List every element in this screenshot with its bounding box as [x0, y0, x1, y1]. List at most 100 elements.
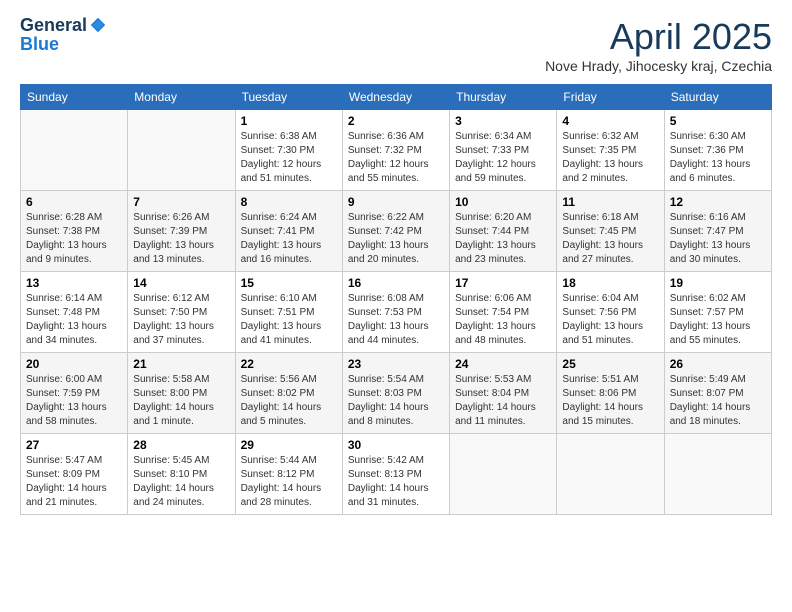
day-number: 7	[133, 195, 229, 209]
calendar-cell: 21 Sunrise: 5:58 AMSunset: 8:00 PMDayligh…	[128, 353, 235, 434]
calendar-cell: 7 Sunrise: 6:26 AMSunset: 7:39 PMDaylight…	[128, 191, 235, 272]
calendar-cell: 8Sunrise: 6:24 AMSunset: 7:41 PMDaylight…	[235, 191, 342, 272]
day-number: 2	[348, 114, 444, 128]
header-monday: Monday	[128, 85, 235, 110]
header-saturday: Saturday	[664, 85, 771, 110]
day-info: Sunrise: 6:26 AMSunset: 7:39 PMDaylight:…	[133, 211, 229, 267]
calendar-cell: 6Sunrise: 6:28 AMSunset: 7:38 PMDaylight…	[21, 191, 128, 272]
calendar-cell	[450, 434, 557, 515]
header-tuesday: Tuesday	[235, 85, 342, 110]
logo: General Blue	[20, 16, 107, 55]
day-info: Sunrise: 5:56 AMSunset: 8:02 PMDaylight:…	[241, 373, 337, 429]
day-number: 4	[562, 114, 658, 128]
location: Nove Hrady, Jihocesky kraj, Czechia	[545, 58, 772, 74]
day-info: Sunrise: 6:24 AMSunset: 7:41 PMDaylight:…	[241, 211, 337, 267]
calendar-cell: 27 Sunrise: 5:47 AMSunset: 8:09 PMDayligh…	[21, 434, 128, 515]
title-block: April 2025 Nove Hrady, Jihocesky kraj, C…	[545, 16, 772, 74]
day-number: 25	[562, 357, 658, 371]
calendar-cell: 12 Sunrise: 6:16 AMSunset: 7:47 PMDayligh…	[664, 191, 771, 272]
calendar-cell: 13 Sunrise: 6:14 AMSunset: 7:48 PMDayligh…	[21, 272, 128, 353]
calendar-cell: 9 Sunrise: 6:22 AMSunset: 7:42 PMDaylight…	[342, 191, 449, 272]
day-number: 26	[670, 357, 766, 371]
day-info: Sunrise: 6:16 AMSunset: 7:47 PMDaylight:…	[670, 211, 766, 267]
day-number: 21	[133, 357, 229, 371]
calendar-cell: 26 Sunrise: 5:49 AMSunset: 8:07 PMDayligh…	[664, 353, 771, 434]
day-info: Sunrise: 6:20 AMSunset: 7:44 PMDaylight:…	[455, 211, 551, 267]
day-number: 16	[348, 276, 444, 290]
day-number: 27	[26, 438, 122, 452]
calendar-cell: 16 Sunrise: 6:08 AMSunset: 7:53 PMDayligh…	[342, 272, 449, 353]
logo-general: General	[20, 16, 87, 34]
day-info: Sunrise: 6:04 AMSunset: 7:56 PMDaylight:…	[562, 292, 658, 348]
day-info: Sunrise: 6:30 AMSunset: 7:36 PMDaylight:…	[670, 130, 766, 186]
day-info: Sunrise: 6:18 AMSunset: 7:45 PMDaylight:…	[562, 211, 658, 267]
day-info: Sunrise: 6:02 AMSunset: 7:57 PMDaylight:…	[670, 292, 766, 348]
calendar-cell: 14Sunrise: 6:12 AMSunset: 7:50 PMDayligh…	[128, 272, 235, 353]
calendar-cell: 11 Sunrise: 6:18 AMSunset: 7:45 PMDayligh…	[557, 191, 664, 272]
logo-blue-text: Blue	[20, 34, 59, 55]
calendar-cell: 17 Sunrise: 6:06 AMSunset: 7:54 PMDayligh…	[450, 272, 557, 353]
weekday-header-row: Sunday Monday Tuesday Wednesday Thursday…	[21, 85, 772, 110]
day-info: Sunrise: 6:10 AMSunset: 7:51 PMDaylight:…	[241, 292, 337, 348]
calendar-cell: 3 Sunrise: 6:34 AMSunset: 7:33 PMDaylight…	[450, 110, 557, 191]
day-info: Sunrise: 6:06 AMSunset: 7:54 PMDaylight:…	[455, 292, 551, 348]
day-number: 6	[26, 195, 122, 209]
day-info: Sunrise: 6:32 AMSunset: 7:35 PMDaylight:…	[562, 130, 658, 186]
day-number: 20	[26, 357, 122, 371]
calendar-cell	[557, 434, 664, 515]
day-info: Sunrise: 5:53 AMSunset: 8:04 PMDaylight:…	[455, 373, 551, 429]
day-info: Sunrise: 5:54 AMSunset: 8:03 PMDaylight:…	[348, 373, 444, 429]
calendar-cell	[664, 434, 771, 515]
day-info: Sunrise: 5:47 AMSunset: 8:09 PMDaylight:…	[26, 454, 122, 510]
header-friday: Friday	[557, 85, 664, 110]
calendar-cell: 29 Sunrise: 5:44 AMSunset: 8:12 PMDayligh…	[235, 434, 342, 515]
day-info: Sunrise: 5:45 AMSunset: 8:10 PMDaylight:…	[133, 454, 229, 510]
day-number: 5	[670, 114, 766, 128]
calendar-cell: 23 Sunrise: 5:54 AMSunset: 8:03 PMDayligh…	[342, 353, 449, 434]
calendar-cell: 18Sunrise: 6:04 AMSunset: 7:56 PMDayligh…	[557, 272, 664, 353]
day-info: Sunrise: 6:08 AMSunset: 7:53 PMDaylight:…	[348, 292, 444, 348]
day-number: 3	[455, 114, 551, 128]
day-info: Sunrise: 5:51 AMSunset: 8:06 PMDaylight:…	[562, 373, 658, 429]
day-number: 19	[670, 276, 766, 290]
header: General Blue April 2025 Nove Hrady, Jiho…	[20, 16, 772, 74]
month-title: April 2025	[545, 16, 772, 58]
week-row-1: 6Sunrise: 6:28 AMSunset: 7:38 PMDaylight…	[21, 191, 772, 272]
day-info: Sunrise: 6:22 AMSunset: 7:42 PMDaylight:…	[348, 211, 444, 267]
day-number: 28	[133, 438, 229, 452]
day-number: 11	[562, 195, 658, 209]
day-info: Sunrise: 5:42 AMSunset: 8:13 PMDaylight:…	[348, 454, 444, 510]
day-number: 15	[241, 276, 337, 290]
day-number: 24	[455, 357, 551, 371]
day-info: Sunrise: 6:14 AMSunset: 7:48 PMDaylight:…	[26, 292, 122, 348]
day-info: Sunrise: 5:58 AMSunset: 8:00 PMDaylight:…	[133, 373, 229, 429]
calendar-cell: 15 Sunrise: 6:10 AMSunset: 7:51 PMDayligh…	[235, 272, 342, 353]
day-info: Sunrise: 6:12 AMSunset: 7:50 PMDaylight:…	[133, 292, 229, 348]
header-thursday: Thursday	[450, 85, 557, 110]
day-info: Sunrise: 6:38 AMSunset: 7:30 PMDaylight:…	[241, 130, 337, 186]
calendar-cell: 19 Sunrise: 6:02 AMSunset: 7:57 PMDayligh…	[664, 272, 771, 353]
day-info: Sunrise: 6:34 AMSunset: 7:33 PMDaylight:…	[455, 130, 551, 186]
calendar-cell: 28 Sunrise: 5:45 AMSunset: 8:10 PMDayligh…	[128, 434, 235, 515]
week-row-0: 1 Sunrise: 6:38 AMSunset: 7:30 PMDaylight…	[21, 110, 772, 191]
logo-icon	[89, 16, 107, 34]
day-number: 29	[241, 438, 337, 452]
day-number: 12	[670, 195, 766, 209]
calendar-cell: 25 Sunrise: 5:51 AMSunset: 8:06 PMDayligh…	[557, 353, 664, 434]
day-number: 9	[348, 195, 444, 209]
day-info: Sunrise: 5:49 AMSunset: 8:07 PMDaylight:…	[670, 373, 766, 429]
day-number: 17	[455, 276, 551, 290]
week-row-4: 27 Sunrise: 5:47 AMSunset: 8:09 PMDayligh…	[21, 434, 772, 515]
day-number: 30	[348, 438, 444, 452]
week-row-2: 13 Sunrise: 6:14 AMSunset: 7:48 PMDayligh…	[21, 272, 772, 353]
calendar-cell: 30 Sunrise: 5:42 AMSunset: 8:13 PMDayligh…	[342, 434, 449, 515]
day-number: 1	[241, 114, 337, 128]
page: General Blue April 2025 Nove Hrady, Jiho…	[0, 0, 792, 612]
calendar-cell: 24 Sunrise: 5:53 AMSunset: 8:04 PMDayligh…	[450, 353, 557, 434]
day-info: Sunrise: 5:44 AMSunset: 8:12 PMDaylight:…	[241, 454, 337, 510]
day-number: 13	[26, 276, 122, 290]
header-sunday: Sunday	[21, 85, 128, 110]
day-number: 10	[455, 195, 551, 209]
day-number: 23	[348, 357, 444, 371]
calendar-cell: 4 Sunrise: 6:32 AMSunset: 7:35 PMDaylight…	[557, 110, 664, 191]
